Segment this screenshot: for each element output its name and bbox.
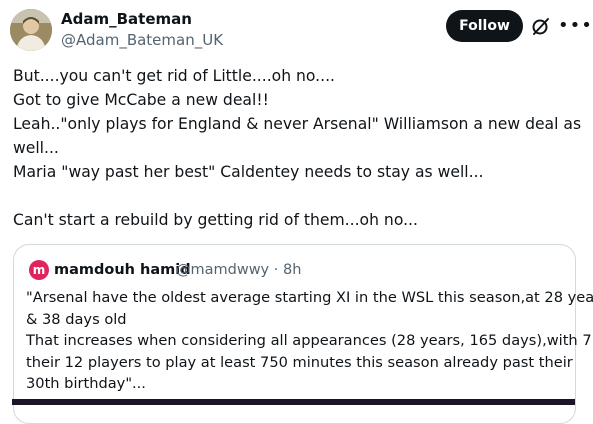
grok-icon[interactable] bbox=[530, 15, 552, 37]
tweet-line: Leah.."only plays for England & never Ar… bbox=[13, 115, 582, 133]
quote-line: their 12 players to play at least 750 mi… bbox=[26, 353, 573, 371]
more-options-icon[interactable]: ••• bbox=[558, 15, 592, 37]
quote-text: "Arsenal have the oldest average startin… bbox=[26, 287, 593, 395]
quote-handle[interactable]: @mamdwwy bbox=[176, 262, 269, 278]
tweet-text: But....you can't get rid of Little....oh… bbox=[13, 64, 588, 232]
tweet-line: Got to give McCabe a new deal!! bbox=[13, 91, 269, 109]
quote-meta: @mamdwwy · 8h bbox=[176, 260, 301, 280]
quoted-tweet-card[interactable]: m mamdouh hamid @mamdwwy · 8h "Arsenal h… bbox=[13, 244, 593, 424]
quote-display-name[interactable]: mamdouh hamid bbox=[54, 260, 191, 280]
quote-separator: · bbox=[273, 262, 279, 278]
quote-time[interactable]: 8h bbox=[283, 262, 301, 278]
tweet-line: But....you can't get rid of Little....oh… bbox=[13, 67, 336, 85]
quote-avatar[interactable]: m bbox=[29, 260, 49, 280]
quote-media-preview[interactable] bbox=[12, 399, 575, 405]
follow-button[interactable]: Follow bbox=[446, 10, 523, 42]
author-handle[interactable]: @Adam_Bateman_UK bbox=[61, 30, 223, 50]
quote-line: 30th birthday"... bbox=[26, 375, 146, 392]
quote-line: & 38 days old bbox=[26, 310, 127, 328]
tweet-line: Can't start a rebuild by getting rid of … bbox=[13, 211, 418, 229]
author-avatar[interactable] bbox=[10, 9, 52, 51]
quote-line: That increases when considering all appe… bbox=[26, 332, 593, 349]
avatar-photo-icon bbox=[10, 9, 52, 51]
quote-line: "Arsenal have the oldest average startin… bbox=[26, 289, 593, 306]
tweet-line: well... bbox=[13, 139, 59, 157]
tweet-line: Maria "way past her best" Caldentey need… bbox=[13, 163, 484, 181]
author-display-name[interactable]: Adam_Bateman bbox=[61, 9, 192, 29]
